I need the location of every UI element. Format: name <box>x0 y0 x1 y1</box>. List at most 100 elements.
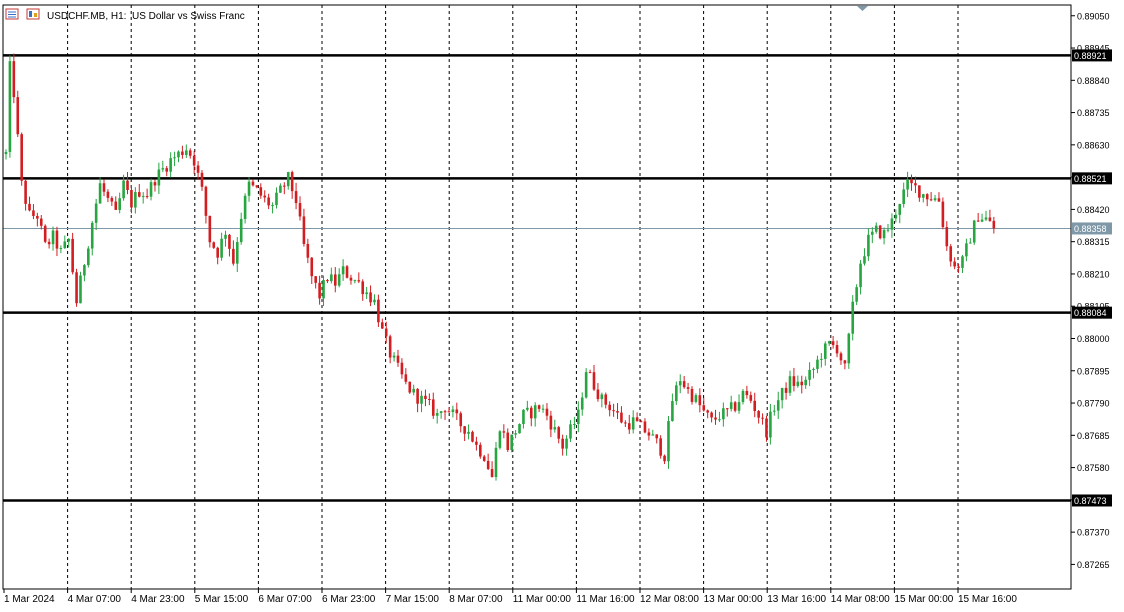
price-label: 0.89050 <box>1077 11 1110 21</box>
candle-body <box>839 353 843 361</box>
candle-body <box>847 333 851 364</box>
candle-body <box>553 427 557 430</box>
candle-body <box>39 218 43 226</box>
candle-body <box>663 455 666 462</box>
candle-body <box>953 261 956 267</box>
chart-properties-icon[interactable] <box>26 8 40 20</box>
candle-body <box>102 183 106 192</box>
candle-body <box>83 265 86 276</box>
candle-body <box>584 372 588 398</box>
candle-body <box>533 405 537 419</box>
time-label: 6 Mar 23:00 <box>322 594 376 605</box>
candle-body <box>569 424 572 439</box>
time-label: 6 Mar 07:00 <box>258 594 312 605</box>
candle-body <box>263 195 267 198</box>
candle-body <box>396 355 400 363</box>
candle-body <box>161 168 165 170</box>
candle-body <box>294 191 298 204</box>
candle-body <box>843 360 847 364</box>
candle-body <box>753 400 757 412</box>
candle-body <box>541 408 545 410</box>
candle-body <box>600 394 604 400</box>
chart-shift-marker-icon[interactable] <box>857 6 868 11</box>
candle-body <box>51 230 55 245</box>
chart-list-icon[interactable] <box>5 8 19 20</box>
candle-body <box>106 191 110 198</box>
candle-body <box>314 276 317 283</box>
candle-body <box>188 150 192 156</box>
price-label: 0.87790 <box>1077 399 1110 409</box>
candle-body <box>333 274 337 286</box>
candle-body <box>435 413 439 416</box>
candle-body <box>20 134 23 181</box>
candle-body <box>745 390 749 396</box>
candle-body <box>823 343 827 359</box>
candlestick-chart: 0.890500.889450.888400.887350.886300.885… <box>2 4 1112 605</box>
candle-body <box>526 407 529 410</box>
price-label: 0.88735 <box>1077 108 1110 118</box>
level-label: 0.87473 <box>1074 496 1107 506</box>
candle-body <box>345 266 349 278</box>
price-label: 0.88420 <box>1077 205 1110 215</box>
candle-body <box>561 438 564 449</box>
candle-body <box>961 256 964 268</box>
candle-body <box>647 432 651 436</box>
candle-body <box>75 272 78 304</box>
candle-body <box>678 381 682 386</box>
candle-body <box>4 151 8 155</box>
candle-body <box>165 168 169 172</box>
candle-body <box>972 220 976 243</box>
candle-body <box>459 413 463 427</box>
price-label: 0.88210 <box>1077 269 1110 279</box>
candle-body <box>185 150 188 155</box>
candle-body <box>12 61 16 98</box>
candle-body <box>326 280 329 282</box>
candle-body <box>384 328 388 337</box>
candle-body <box>47 241 51 245</box>
candle-body <box>157 169 161 186</box>
candle-body <box>957 266 960 268</box>
candle-body <box>722 408 725 420</box>
candle-body <box>514 433 517 435</box>
candle-body <box>224 234 227 239</box>
candle-body <box>149 182 153 197</box>
price-label: 0.87685 <box>1077 431 1110 441</box>
candle-body <box>549 415 553 430</box>
candle-body <box>616 411 619 413</box>
chart-symbol: USDCHF.MB, H1: <box>47 11 126 22</box>
candle-body <box>126 180 129 190</box>
candle-body <box>612 410 615 412</box>
time-label: 8 Mar 07:00 <box>449 594 503 605</box>
candle-body <box>827 341 831 344</box>
candle-body <box>624 422 627 424</box>
candle-body <box>475 441 478 445</box>
candle-body <box>788 376 792 393</box>
candle-body <box>271 205 274 207</box>
candle-body <box>420 395 423 404</box>
candle-body <box>890 218 894 230</box>
level-label: 0.88084 <box>1074 308 1107 318</box>
candle-body <box>408 381 412 393</box>
time-label: 13 Mar 16:00 <box>767 594 826 605</box>
candle-body <box>228 234 231 249</box>
time-axis: 1 Mar 2024 4 Mar 07:00 4 Mar 23:00 5 Mar 15… <box>3 589 1017 605</box>
time-label: 11 Mar 00:00 <box>513 594 572 605</box>
candle-body <box>671 401 674 422</box>
candle-body <box>322 280 325 299</box>
candle-body <box>498 431 502 448</box>
candle-body <box>792 376 796 386</box>
candle-body <box>267 197 270 206</box>
candle-body <box>63 241 67 249</box>
candle-body <box>580 397 584 410</box>
candle-body <box>286 172 290 187</box>
candle-body <box>232 248 235 264</box>
candle-body <box>455 409 459 414</box>
chart-header: USDCHF.MB, H1: US Dollar vs Swiss Franc <box>5 8 245 22</box>
candle-body <box>718 419 721 421</box>
candle-body <box>925 194 929 200</box>
candle-body <box>800 381 804 386</box>
candle-body <box>8 61 12 152</box>
price-label: 0.88840 <box>1077 76 1110 86</box>
candle-body <box>902 189 905 204</box>
candle-body <box>506 432 510 450</box>
